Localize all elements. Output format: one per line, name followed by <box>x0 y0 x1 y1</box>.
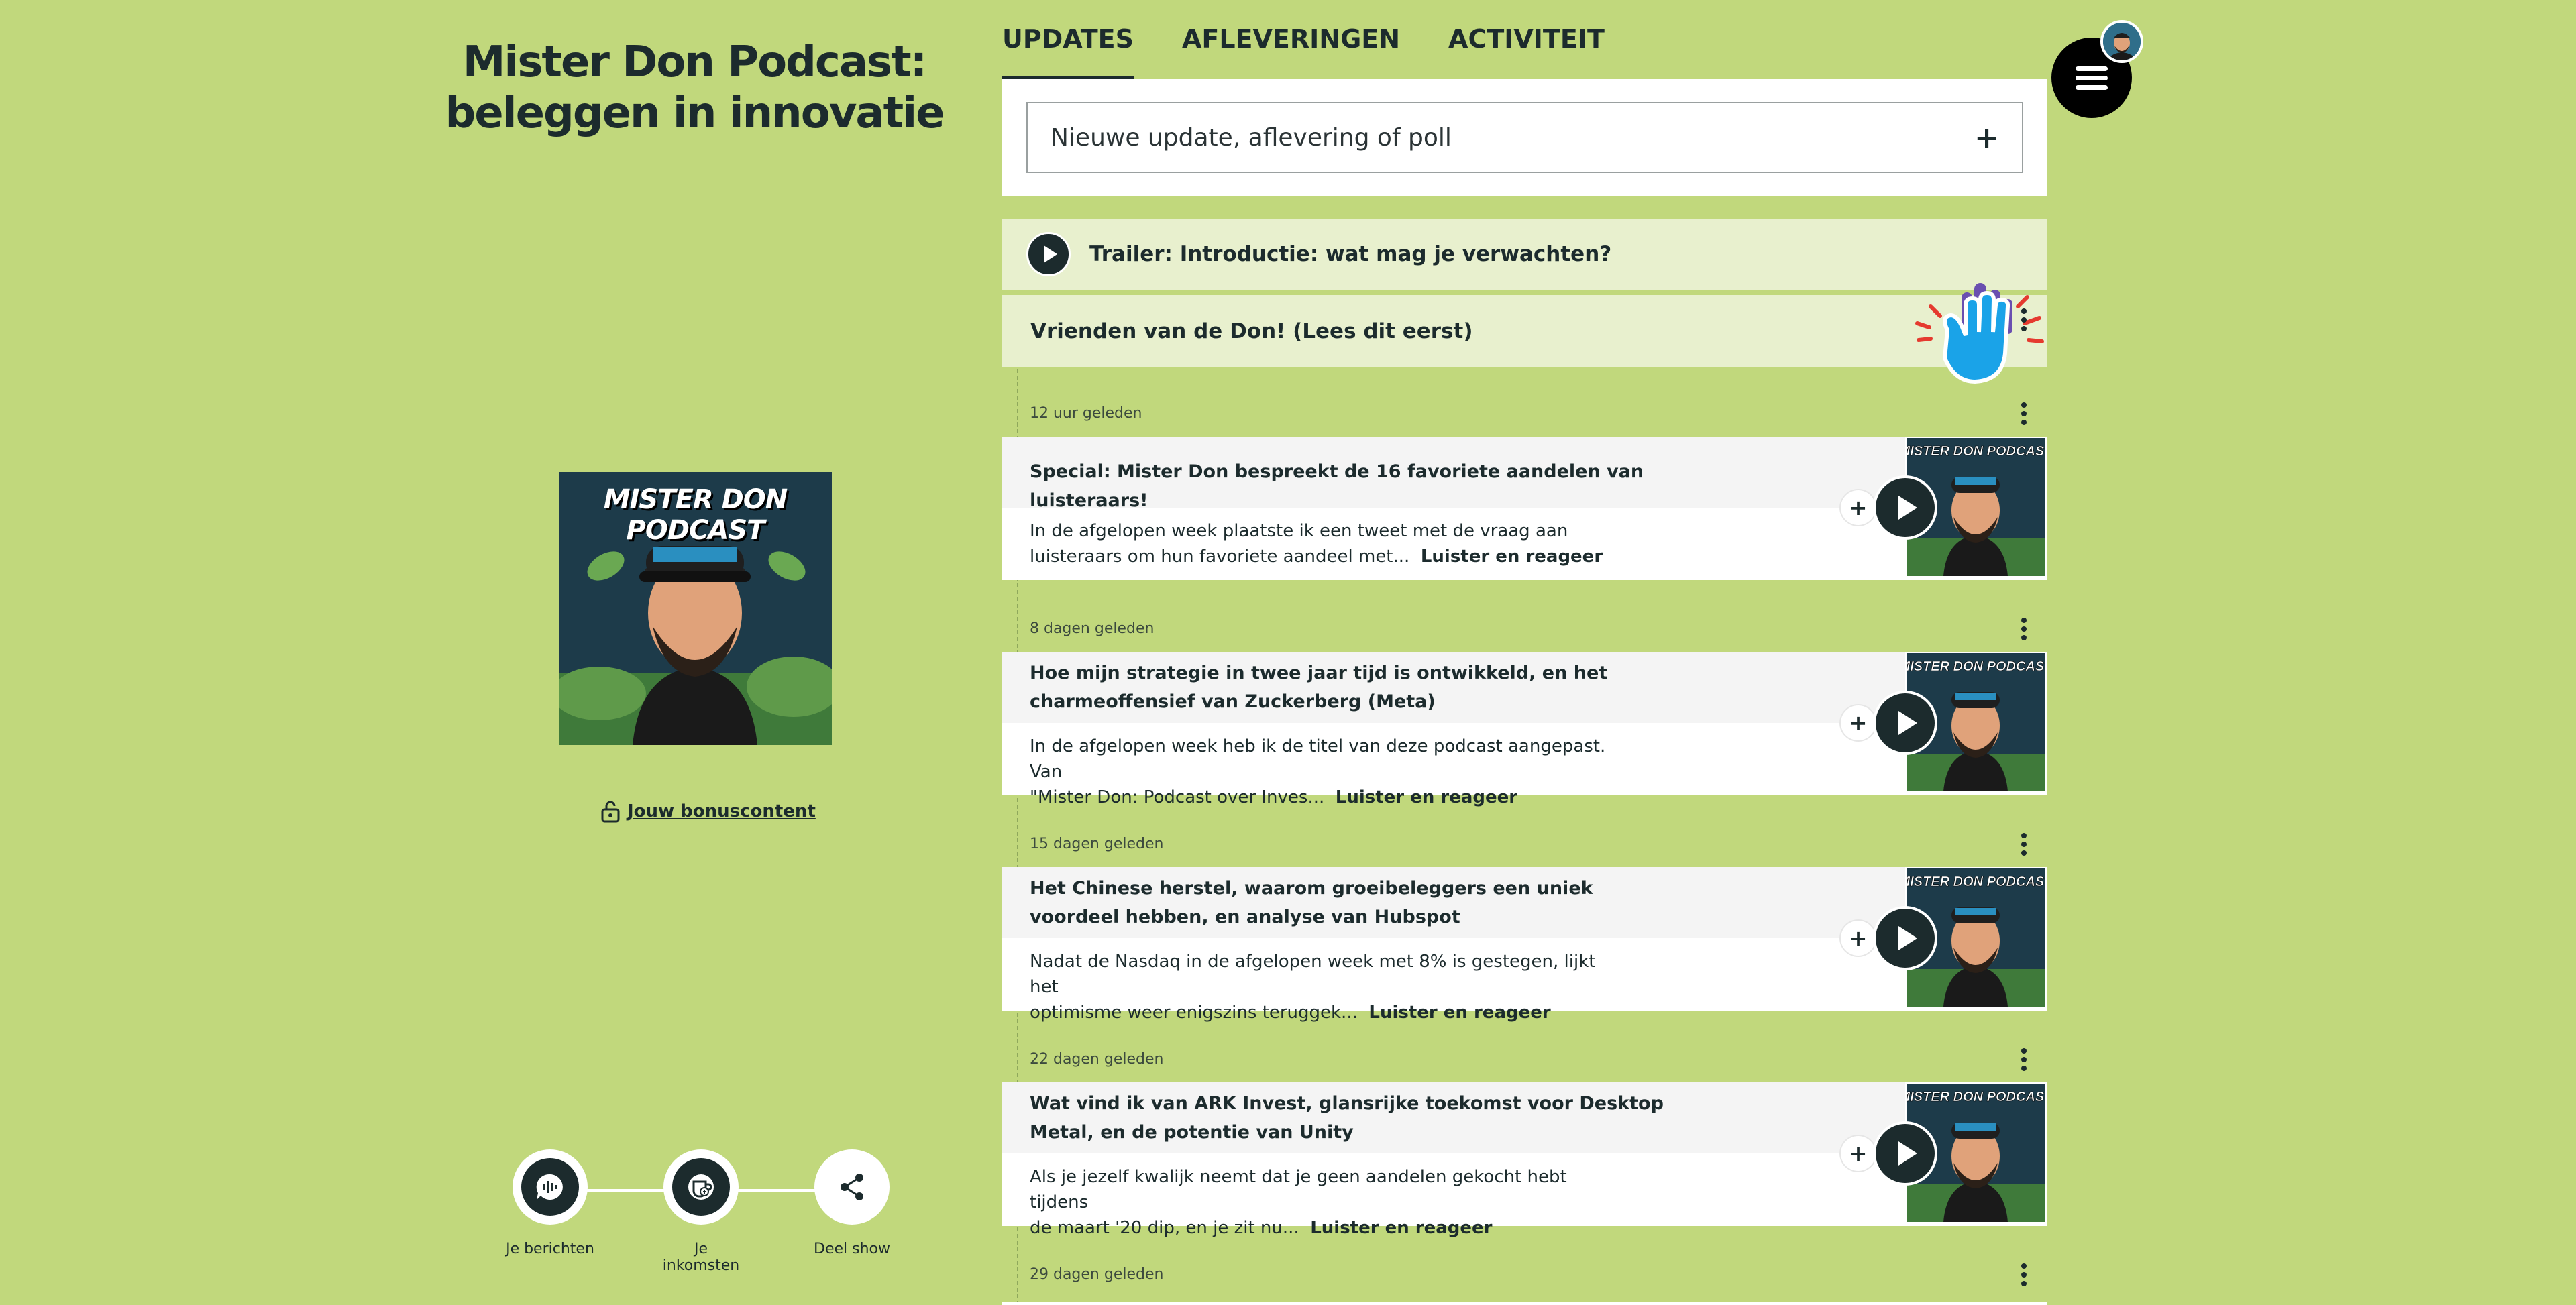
episode-title[interactable]: Wat vind ik van ARK Invest, glansrijke t… <box>1030 1089 1674 1147</box>
show-title-line1: Mister Don Podcast: <box>462 38 928 87</box>
episode-title[interactable]: Hoe mijn strategie in twee jaar tijd is … <box>1030 659 1674 716</box>
new-update-input[interactable]: Nieuwe update, aflevering of poll + <box>1026 102 2023 173</box>
episode-desc-line2: de maart '20 dip, en je zit nu... <box>1030 1218 1299 1238</box>
episode-time: 12 uur geleden <box>1030 405 1142 422</box>
trailer-title: Trailer: Introductie: wat mag je verwach… <box>1089 242 1612 266</box>
tab-afleveringen[interactable]: AFLEVERINGEN <box>1182 24 1400 79</box>
share-show-action[interactable]: Deel show <box>805 1149 899 1257</box>
add-to-queue-button[interactable]: + <box>1841 490 1876 525</box>
more-options-icon[interactable] <box>2021 618 2027 640</box>
wave-hand-icon <box>1915 283 2044 384</box>
episode-title[interactable]: Special: Mister Don bespreekt de 16 favo… <box>1030 457 1674 515</box>
listen-and-respond-link[interactable]: Luister en reageer <box>1336 787 1517 807</box>
play-icon <box>1044 245 1057 263</box>
episode-title[interactable]: Het Chinese herstel, waarom groeibelegge… <box>1030 874 1674 931</box>
svg-text:MISTER DON PODCAST: MISTER DON PODCAST <box>1907 659 2045 674</box>
play-icon <box>1898 1141 1917 1166</box>
show-title-line2: beleggen in innovatie <box>445 89 945 138</box>
tab-activiteit[interactable]: ACTIVITEIT <box>1448 24 1605 79</box>
bonus-content-link[interactable]: Jouw bonuscontent <box>600 798 816 825</box>
add-to-queue-button[interactable]: + <box>1841 705 1876 740</box>
composer-placeholder: Nieuwe update, aflevering of poll <box>1051 123 1452 152</box>
listen-and-respond-link[interactable]: Luister en reageer <box>1310 1218 1492 1238</box>
avatar[interactable] <box>2100 20 2143 63</box>
show-actions: Je berichten Je inkomsten Deel show <box>503 1149 892 1274</box>
pinned-friends-post[interactable]: Vrienden van de Don! (Lees dit eerst) <box>1002 283 2047 384</box>
episode-play-button[interactable] <box>1873 1121 1937 1186</box>
cover-title-text: MISTER DON PODCAST <box>603 484 788 546</box>
episode-card[interactable]: Hoe mijn strategie in twee jaar tijd is … <box>1002 652 2047 807</box>
income-icon <box>688 1174 714 1200</box>
more-options-icon[interactable] <box>2021 1263 2027 1286</box>
share-label: Deel show <box>814 1241 890 1257</box>
income-action[interactable]: Je inkomsten <box>654 1149 748 1274</box>
share-icon <box>841 1174 863 1200</box>
svg-text:MISTER DON PODCAST: MISTER DON PODCAST <box>1907 1090 2045 1104</box>
episode-desc-line1: Nadat de Nasdaq in de afgelopen week met… <box>1030 952 1596 997</box>
episode-description: In de afgelopen week heb ik de titel van… <box>1030 734 1607 810</box>
episode-desc-line2: "Mister Don: Podcast over Inves... <box>1030 787 1325 807</box>
show-cover-image: MISTER DON PODCAST <box>559 472 832 745</box>
episode-card[interactable]: Wat vind ik van ARK Invest, glansrijke t… <box>1002 1082 2047 1238</box>
composer-panel: Nieuwe update, aflevering of poll + <box>1002 79 2047 196</box>
listen-and-respond-link[interactable]: Luister en reageer <box>1421 547 1603 567</box>
add-to-queue-button[interactable]: + <box>1841 921 1876 956</box>
episode-description: Nadat de Nasdaq in de afgelopen week met… <box>1030 949 1607 1025</box>
svg-text:MISTER DON PODCAST: MISTER DON PODCAST <box>1907 444 2045 459</box>
add-icon[interactable]: + <box>1974 121 1999 155</box>
play-icon <box>1898 711 1917 735</box>
more-options-icon[interactable] <box>2021 402 2027 425</box>
episode-desc-line2: luisteraars om hun favoriete aandeel met… <box>1030 547 1410 567</box>
friends-post-title: Vrienden van de Don! (Lees dit eerst) <box>1030 319 1473 343</box>
episode-play-button[interactable] <box>1873 906 1937 970</box>
episode-card[interactable]: Het Chinese herstel, waarom groeibelegge… <box>1002 867 2047 1023</box>
messages-action[interactable]: Je berichten <box>503 1149 597 1257</box>
more-options-icon[interactable] <box>2021 1048 2027 1071</box>
add-to-queue-button[interactable]: + <box>1841 1136 1876 1171</box>
svg-text:MISTER DON PODCAST: MISTER DON PODCAST <box>1907 874 2045 889</box>
chat-wave-icon <box>536 1174 563 1200</box>
episode-desc-line2: optimisme weer enigszins teruggek... <box>1030 1003 1358 1023</box>
more-options-icon[interactable] <box>2021 308 2027 331</box>
episode-desc-line1: In de afgelopen week plaatste ik een twe… <box>1030 521 1568 541</box>
episode-desc-line1: Als je jezelf kwalijk neemt dat je geen … <box>1030 1167 1567 1212</box>
episode-play-button[interactable] <box>1873 691 1937 755</box>
income-label: Je inkomsten <box>662 1241 740 1274</box>
listen-and-respond-link[interactable]: Luister en reageer <box>1368 1003 1550 1023</box>
episode-card[interactable] <box>1002 1302 2047 1305</box>
trailer-play-button[interactable] <box>1026 232 1071 276</box>
episode-description: In de afgelopen week plaatste ik een twe… <box>1030 518 1607 569</box>
episode-card[interactable]: Special: Mister Don bespreekt de 16 favo… <box>1002 437 2047 580</box>
episode-time: 22 dagen geleden <box>1030 1051 1164 1068</box>
messages-label: Je berichten <box>506 1241 594 1257</box>
bonus-content-label: Jouw bonuscontent <box>627 801 816 821</box>
unlock-icon <box>601 801 620 823</box>
pinned-trailer[interactable]: Trailer: Introductie: wat mag je verwach… <box>1002 219 2047 290</box>
play-icon <box>1898 496 1917 520</box>
episode-desc-line1: In de afgelopen week heb ik de titel van… <box>1030 736 1606 782</box>
episode-play-button[interactable] <box>1873 475 1937 540</box>
episode-description: Als je jezelf kwalijk neemt dat je geen … <box>1030 1164 1607 1241</box>
episode-time: 29 dagen geleden <box>1030 1266 1164 1283</box>
show-title: Mister Don Podcast: beleggen in innovati… <box>429 37 959 139</box>
main-tabs: UPDATES AFLEVERINGEN ACTIVITEIT <box>1002 24 1605 79</box>
tab-updates[interactable]: UPDATES <box>1002 24 1134 79</box>
episode-time: 8 dagen geleden <box>1030 620 1155 637</box>
more-options-icon[interactable] <box>2021 833 2027 856</box>
hamburger-icon <box>2076 62 2108 95</box>
episode-time: 15 dagen geleden <box>1030 836 1164 852</box>
play-icon <box>1898 926 1917 950</box>
